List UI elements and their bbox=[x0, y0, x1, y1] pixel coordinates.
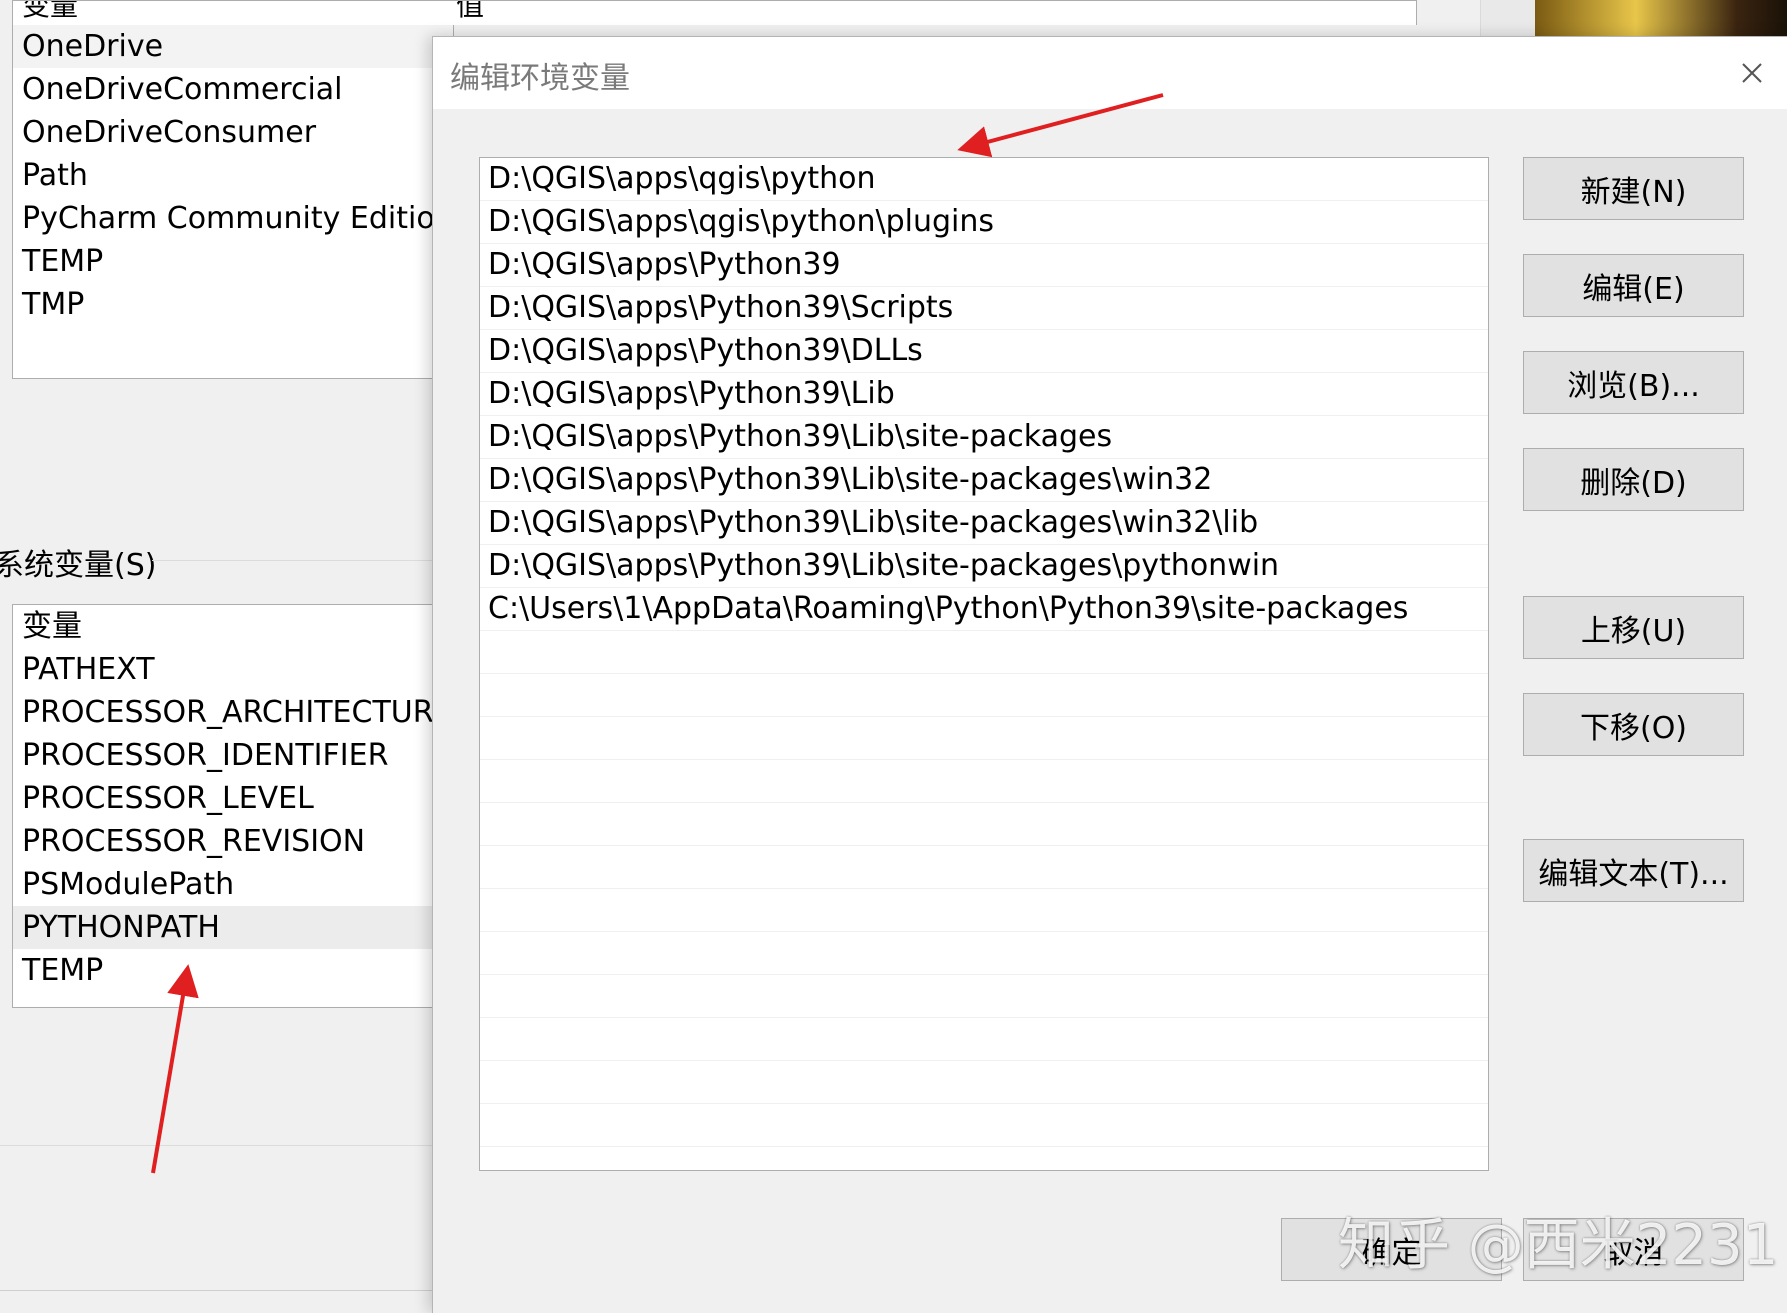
path-entry-row[interactable] bbox=[480, 889, 1488, 932]
system-variable-row[interactable]: PATHEXT bbox=[13, 648, 453, 691]
move-up-button[interactable]: 上移(U) bbox=[1523, 596, 1744, 659]
user-variable-row[interactable]: OneDriveConsumer bbox=[13, 111, 453, 154]
system-variable-row[interactable]: PROCESSOR_LEVEL bbox=[13, 777, 453, 820]
path-entry-row[interactable] bbox=[480, 846, 1488, 889]
path-entry-row[interactable] bbox=[480, 1061, 1488, 1104]
path-entry-row[interactable] bbox=[480, 1104, 1488, 1147]
path-entry-row[interactable]: D:\QGIS\apps\Python39\Lib bbox=[480, 373, 1488, 416]
system-variable-row[interactable]: PSModulePath bbox=[13, 863, 453, 906]
dialog-titlebar: 编辑环境变量 bbox=[433, 37, 1787, 109]
path-entry-row[interactable]: D:\QGIS\apps\Python39\Lib\site-packages bbox=[480, 416, 1488, 459]
group-divider-bottom bbox=[0, 1145, 452, 1146]
new-button[interactable]: 新建(N) bbox=[1523, 157, 1744, 220]
browse-button[interactable]: 浏览(B)... bbox=[1523, 351, 1744, 414]
ok-button[interactable]: 确定 bbox=[1281, 1218, 1502, 1281]
user-variable-row[interactable]: Path bbox=[13, 154, 453, 197]
group-divider bbox=[152, 560, 452, 561]
close-button[interactable] bbox=[1726, 47, 1778, 99]
user-variables-list[interactable]: 变量 OneDrive OneDriveCommercial OneDriveCon… bbox=[12, 0, 454, 379]
edit-text-button[interactable]: 编辑文本(T)... bbox=[1523, 839, 1744, 902]
path-entry-row[interactable] bbox=[480, 631, 1488, 674]
system-variable-row[interactable]: PROCESSOR_REVISION bbox=[13, 820, 453, 863]
path-entry-row[interactable] bbox=[480, 760, 1488, 803]
user-variable-row[interactable]: OneDrive bbox=[13, 25, 453, 68]
path-entry-row[interactable]: D:\QGIS\apps\qgis\python\plugins bbox=[480, 201, 1488, 244]
path-entry-row[interactable]: D:\QGIS\apps\qgis\python bbox=[480, 158, 1488, 201]
delete-button[interactable]: 删除(D) bbox=[1523, 448, 1744, 511]
edit-environment-variable-dialog: 编辑环境变量 D:\QGIS\apps\qgis\python D:\QGIS\a… bbox=[432, 36, 1787, 1313]
path-entry-row[interactable] bbox=[480, 674, 1488, 717]
system-variable-row[interactable]: PYTHONPATH bbox=[13, 906, 453, 949]
path-entry-row[interactable] bbox=[480, 932, 1488, 975]
system-variable-row[interactable]: PROCESSOR_ARCHITECTURE bbox=[13, 691, 453, 734]
path-entry-row[interactable] bbox=[480, 803, 1488, 846]
path-entry-row[interactable] bbox=[480, 1018, 1488, 1061]
path-entry-row[interactable]: D:\QGIS\apps\Python39\Lib\site-packages\… bbox=[480, 545, 1488, 588]
column-header-value[interactable]: 值 bbox=[452, 0, 1417, 25]
system-variable-row[interactable]: PROCESSOR_IDENTIFIER bbox=[13, 734, 453, 777]
system-variables-label: 系统变量(S) bbox=[0, 548, 157, 583]
user-variable-row[interactable]: TMP bbox=[13, 283, 453, 326]
path-entry-row[interactable]: D:\QGIS\apps\Python39 bbox=[480, 244, 1488, 287]
system-variables-list[interactable]: 变量 PATHEXT PROCESSOR_ARCHITECTURE PROCESSOR… bbox=[12, 604, 454, 1008]
close-icon bbox=[1742, 63, 1762, 83]
path-entry-row[interactable]: C:\Users\1\AppData\Roaming\Python\Python… bbox=[480, 588, 1488, 631]
path-entry-row[interactable]: D:\QGIS\apps\Python39\DLLs bbox=[480, 330, 1488, 373]
system-variable-row[interactable]: TEMP bbox=[13, 949, 453, 992]
path-entry-row[interactable]: D:\QGIS\apps\Python39\Lib\site-packages\… bbox=[480, 459, 1488, 502]
user-variable-row[interactable]: PyCharm Community Edition bbox=[13, 197, 453, 240]
cancel-button[interactable]: 取消 bbox=[1523, 1218, 1744, 1281]
path-entry-row[interactable] bbox=[480, 717, 1488, 760]
path-entry-row[interactable] bbox=[480, 975, 1488, 1018]
desktop-wallpaper-fragment bbox=[1535, 0, 1787, 36]
dialog-title: 编辑环境变量 bbox=[450, 61, 630, 96]
path-entry-row[interactable] bbox=[480, 1147, 1488, 1170]
path-entry-row[interactable]: D:\QGIS\apps\Python39\Scripts bbox=[480, 287, 1488, 330]
move-down-button[interactable]: 下移(O) bbox=[1523, 693, 1744, 756]
user-variable-row[interactable]: TEMP bbox=[13, 240, 453, 283]
system-variable-row[interactable]: 变量 bbox=[13, 605, 453, 648]
user-variable-row[interactable]: OneDriveCommercial bbox=[13, 68, 453, 111]
path-entry-row[interactable]: D:\QGIS\apps\Python39\Lib\site-packages\… bbox=[480, 502, 1488, 545]
path-entries-list[interactable]: D:\QGIS\apps\qgis\python D:\QGIS\apps\qgi… bbox=[479, 157, 1489, 1171]
column-header-variable[interactable]: 变量 bbox=[13, 1, 442, 25]
edit-button[interactable]: 编辑(E) bbox=[1523, 254, 1744, 317]
